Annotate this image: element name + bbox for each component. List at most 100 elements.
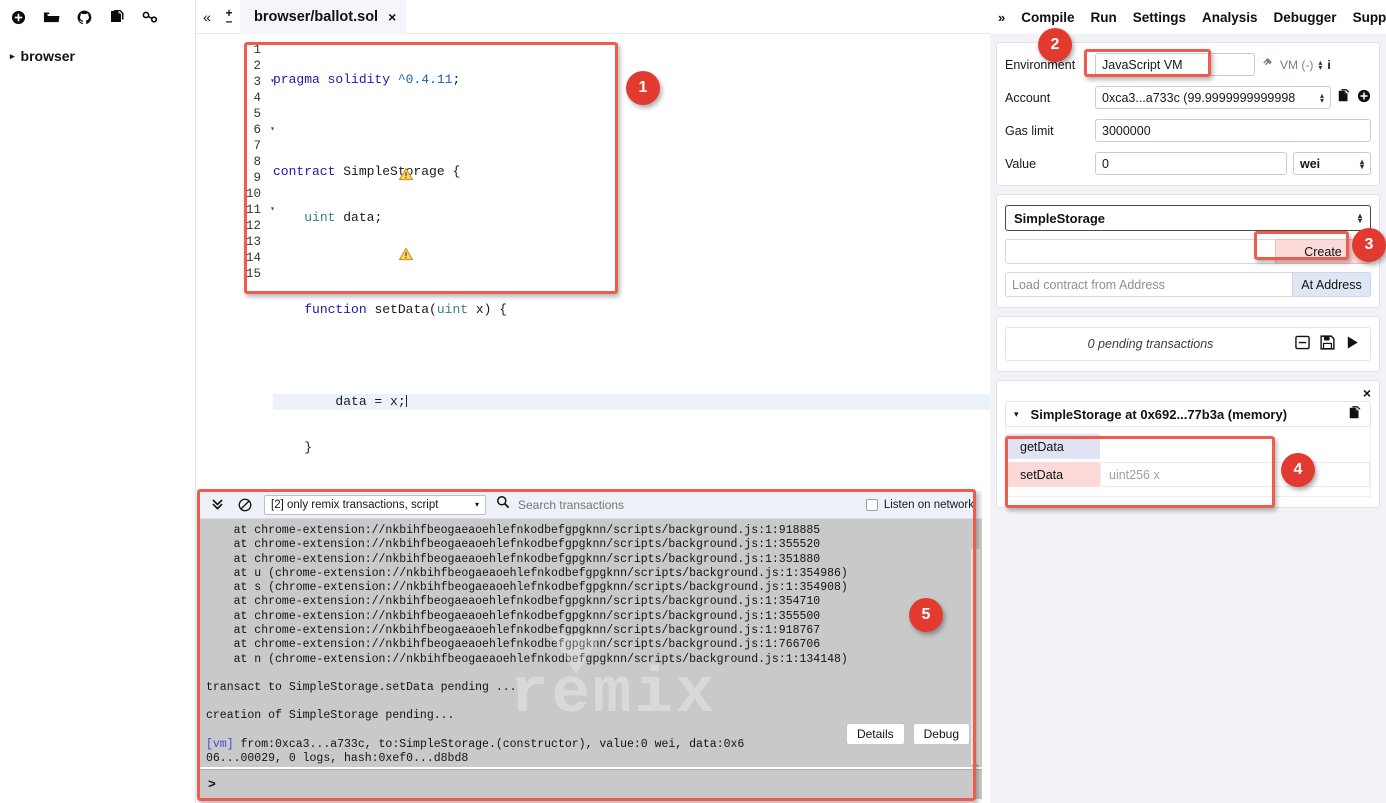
terminal-filter-value: [2] only remix transactions, script (271, 498, 439, 511)
debug-button[interactable]: Debug (912, 723, 970, 745)
minus-box-icon[interactable] (1295, 335, 1310, 353)
line-number: 6 ▾ (253, 123, 275, 137)
code-line: uint data; (304, 210, 383, 225)
open-folder-icon[interactable] (42, 8, 60, 26)
warning-icon-line-6 (399, 167, 413, 181)
terminal-panel: [2] only remix transactions, script ▾ Li… (200, 491, 982, 799)
github-icon[interactable] (75, 8, 93, 26)
terminal-output[interactable]: remix at chrome-extension://nkbihfbeogae… (200, 519, 982, 767)
add-account-icon[interactable] (1357, 89, 1371, 106)
listen-checkbox[interactable] (865, 498, 878, 511)
value-unit-select[interactable]: wei ▴ ▾ (1293, 152, 1371, 175)
create-row: Create (1005, 239, 1371, 264)
code-editor[interactable]: 1 2 3 ▾ 4 5 6 ▾ 7 8 9 10 11 ▾ 12 13 14 15 p… (196, 34, 990, 731)
code-content[interactable]: pragma solidity ^0.4.11; contract Simple… (266, 34, 990, 731)
at-address-button[interactable]: At Address (1293, 272, 1371, 297)
contract-stepper-icon[interactable]: ▴ ▾ (1358, 212, 1362, 225)
tab-compile[interactable]: Compile (1021, 10, 1074, 25)
collapse-panel-icon[interactable]: « (196, 0, 218, 34)
value-row: Value 0 wei ▴ ▾ (1005, 152, 1371, 175)
load-address-placeholder: Load contract from Address (1012, 277, 1165, 292)
environment-select[interactable]: JavaScript VM (1095, 53, 1255, 76)
line-number: 14 (245, 251, 261, 265)
tab-settings[interactable]: Settings (1133, 10, 1186, 25)
tab-support[interactable]: Support (1353, 10, 1386, 25)
font-size-stepper[interactable]: + – (218, 0, 240, 34)
terminal-clear-icon[interactable] (236, 496, 254, 514)
line-number: 7 (253, 139, 261, 153)
contract-select[interactable]: SimpleStorage ▴ ▾ (1005, 205, 1371, 231)
line-number: 3 ▾ (253, 75, 275, 89)
terminal-line: at chrome-extension://nkbihfbeogaeaoehle… (206, 524, 821, 537)
account-select[interactable]: 0xca3...a733c (99.9999999999998 ▴ ▾ (1095, 86, 1331, 109)
tab-debugger[interactable]: Debugger (1274, 10, 1337, 25)
instance-header[interactable]: ▾ SimpleStorage at 0x692...77b3a (memory… (1005, 401, 1371, 427)
warning-gutter (196, 34, 222, 485)
tab-label: browser/ballot.sol (254, 8, 379, 25)
constructor-params-input[interactable] (1005, 239, 1275, 264)
environment-status-text: VM (-) (1280, 57, 1314, 72)
setdata-button[interactable]: setData (1006, 462, 1100, 487)
line-number: 15 (245, 267, 261, 281)
info-icon[interactable]: i (1327, 58, 1330, 72)
file-tree-root-browser[interactable]: ▸ browser (6, 46, 195, 66)
value-label: Value (1005, 156, 1037, 171)
listen-on-network-toggle[interactable]: Listen on network (865, 498, 974, 511)
close-instances-icon[interactable]: × (1363, 385, 1371, 401)
play-icon[interactable] (1345, 335, 1360, 353)
account-stepper-icon[interactable]: ▴ ▾ (1320, 91, 1324, 104)
account-value: 0xca3...a733c (99.9999999999998 (1102, 90, 1296, 105)
function-row-setdata: setData uint256 x (1006, 462, 1370, 487)
pending-transactions-box: 0 pending transactions (1005, 327, 1371, 361)
warning-icon-line-11 (399, 247, 413, 261)
fold-arrow-icon[interactable]: ▾ (270, 202, 275, 218)
terminal-filter-select[interactable]: [2] only remix transactions, script ▾ (264, 494, 486, 515)
tab-ballot-sol[interactable]: browser/ballot.sol × (240, 0, 407, 34)
new-file-icon[interactable] (9, 8, 27, 26)
line-number: 4 (253, 91, 261, 105)
value-input[interactable]: 0 (1095, 152, 1287, 175)
setdata-input[interactable]: uint256 x (1100, 462, 1370, 487)
deployed-instance-card: × ▾ SimpleStorage at 0x692...77b3a (memo… (996, 380, 1380, 508)
terminal-scrollbar[interactable] (971, 549, 980, 767)
getdata-input[interactable] (1100, 434, 1370, 459)
terminal-collapse-icon[interactable] (208, 496, 226, 514)
details-button[interactable]: Details (845, 723, 905, 745)
save-icon[interactable] (1320, 335, 1335, 353)
chevron-down-icon[interactable]: ▾ (1014, 409, 1019, 420)
instance-functions: getData setData uint256 x (1005, 427, 1371, 497)
search-input[interactable] (516, 494, 726, 515)
copy-icon[interactable] (1348, 405, 1362, 423)
terminal-scrollbar-thumb[interactable] (971, 764, 980, 767)
pending-transactions-card: 0 pending transactions (996, 316, 1380, 372)
file-tree-root-label: browser (20, 48, 75, 64)
gas-limit-value: 3000000 (1102, 123, 1151, 138)
code-line: contract SimpleStorage { (273, 164, 461, 179)
fold-arrow-icon[interactable]: ▾ (270, 122, 275, 138)
gas-limit-input[interactable]: 3000000 (1095, 119, 1371, 142)
getdata-button[interactable]: getData (1006, 434, 1100, 459)
fold-arrow-icon[interactable]: ▾ (270, 74, 275, 90)
nav-expand-icon[interactable]: » (998, 10, 1005, 25)
instance-title: SimpleStorage at 0x692...77b3a (memory) (1030, 406, 1288, 422)
terminal-prompt[interactable]: > (200, 769, 982, 799)
file-toolbar (0, 0, 195, 34)
line-number: 1 (253, 43, 261, 57)
unit-stepper-icon[interactable]: ▴ ▾ (1360, 157, 1364, 170)
create-button[interactable]: Create (1275, 239, 1371, 264)
copy-icon[interactable] (1337, 89, 1351, 106)
environment-status: VM (-) ▴ ▾ i (1261, 57, 1331, 72)
listen-label: Listen on network (883, 498, 974, 511)
connect-link-icon[interactable] (141, 8, 159, 26)
load-address-input[interactable]: Load contract from Address (1005, 272, 1293, 297)
chevron-down-icon: ▾ (474, 500, 479, 509)
contract-deploy-card: SimpleStorage ▴ ▾ Create Load contract fr… (996, 194, 1380, 308)
tab-run[interactable]: Run (1091, 10, 1117, 25)
environment-stepper-icon[interactable]: ▴ ▾ (1318, 58, 1322, 71)
copy-files-icon[interactable] (108, 8, 126, 26)
font-decrease-icon[interactable]: – (226, 15, 233, 27)
close-icon[interactable]: × (388, 9, 396, 25)
tab-analysis[interactable]: Analysis (1202, 10, 1258, 25)
